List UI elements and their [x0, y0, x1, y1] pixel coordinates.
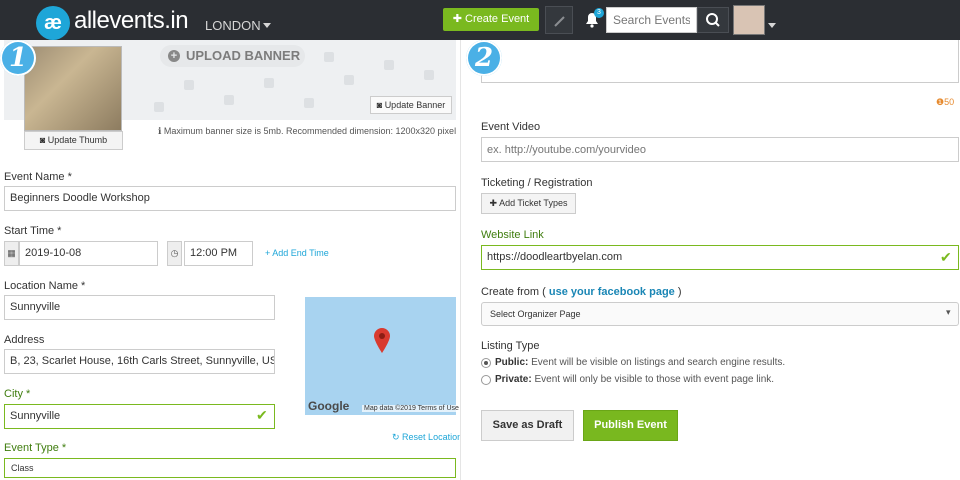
camera-icon: ◙ — [376, 100, 385, 110]
notification-count-badge: 3 — [594, 8, 604, 18]
chevron-down-icon — [262, 23, 271, 28]
banner-size-note: ℹ Maximum banner size is 5mb. Recommende… — [158, 126, 456, 137]
organizer-page-select[interactable]: Select Organizer Page — [481, 302, 959, 326]
pattern-icon — [154, 102, 164, 112]
website-link-label: Website Link — [481, 229, 544, 241]
description-textarea[interactable] — [481, 40, 959, 83]
location-name-input[interactable]: Sunnyville — [4, 295, 275, 320]
plus-circle-icon: + — [168, 50, 180, 62]
plus-icon: ✚ — [489, 198, 500, 208]
publish-event-button[interactable]: Publish Event — [583, 410, 678, 441]
event-video-label: Event Video — [481, 121, 541, 133]
calendar-icon: ▦ — [4, 241, 19, 266]
plus-icon: ✚ — [452, 13, 466, 25]
search-input[interactable] — [606, 7, 697, 33]
city-input[interactable]: Sunnyville — [4, 404, 275, 429]
logo-icon[interactable]: æ — [36, 6, 70, 40]
city-label: City * — [4, 388, 31, 400]
pattern-icon — [324, 52, 334, 62]
upload-banner-button[interactable]: UPLOAD BANNER — [160, 45, 305, 67]
info-icon: ❶ — [936, 97, 945, 107]
private-radio[interactable] — [481, 375, 491, 385]
char-count: ❶50 — [936, 97, 954, 108]
private-description: Event will only be visible to those with… — [534, 374, 775, 385]
pattern-icon — [224, 95, 234, 105]
update-banner-label: Update Banner — [384, 100, 446, 110]
avatar-menu-chevron-icon[interactable] — [766, 17, 776, 35]
update-banner-button[interactable]: ◙ Update Banner — [370, 96, 452, 114]
check-icon: ✔ — [256, 407, 268, 423]
chevron-down-icon: ▾ — [946, 307, 951, 317]
create-event-button[interactable]: ✚ Create Event — [443, 8, 539, 31]
start-date-input[interactable]: 2019-10-08 — [19, 241, 158, 266]
website-link-input[interactable]: https://doodleartbyelan.com — [481, 245, 959, 270]
char-count-value: 50 — [944, 97, 955, 107]
pattern-icon — [264, 78, 274, 88]
city-label: LONDON — [205, 18, 261, 33]
private-option[interactable]: Private: Event will only be visible to t… — [495, 374, 774, 385]
pattern-icon — [384, 60, 394, 70]
step-one-badge: 1 — [0, 40, 36, 76]
private-title: Private: — [495, 374, 532, 385]
ticketing-label: Ticketing / Registration — [481, 177, 593, 189]
add-ticket-types-button[interactable]: ✚ Add Ticket Types — [481, 193, 576, 214]
check-icon: ✔ — [940, 249, 952, 265]
event-type-label: Event Type * — [4, 442, 67, 454]
create-from-label: Create from — [481, 286, 540, 298]
create-from-row: Create from ( use your facebook page ) — [481, 286, 682, 298]
update-thumb-label: Update Thumb — [47, 135, 108, 145]
save-as-draft-button[interactable]: Save as Draft — [481, 410, 574, 441]
reset-location-link[interactable]: ↻ Reset Location — [392, 432, 462, 443]
event-thumbnail — [24, 46, 122, 131]
search-button[interactable] — [697, 7, 729, 33]
step-two-badge: 2 — [466, 40, 502, 76]
map-pin-icon — [374, 328, 390, 353]
create-event-label: Create Event — [465, 13, 530, 25]
public-title: Public: — [495, 357, 529, 368]
logo-text[interactable]: allevents.in — [74, 7, 189, 35]
city-selector[interactable]: LONDON — [205, 18, 271, 33]
banner-note-text: Maximum banner size is 5mb. Recommended … — [163, 126, 457, 136]
event-name-label: Event Name * — [4, 171, 72, 183]
magic-wand-button[interactable] — [545, 6, 573, 34]
public-radio[interactable] — [481, 358, 491, 368]
event-type-select[interactable]: Class — [4, 458, 456, 478]
public-description: Event will be visible on listings and se… — [531, 357, 786, 368]
pattern-icon — [184, 80, 194, 90]
start-time-input[interactable]: 12:00 PM — [184, 241, 253, 266]
camera-icon: ◙ — [39, 135, 48, 145]
pattern-icon — [344, 75, 354, 85]
facebook-page-link[interactable]: use your facebook page — [549, 286, 675, 298]
address-input[interactable]: B, 23, Scarlet House, 16th Carls Street,… — [4, 349, 275, 374]
update-thumb-button[interactable]: ◙ Update Thumb — [24, 131, 123, 150]
reset-location-label: Reset Location — [402, 432, 463, 442]
public-option[interactable]: Public: Event will be visible on listing… — [495, 357, 785, 368]
start-time-label: Start Time * — [4, 225, 62, 237]
google-logo: Google — [308, 399, 350, 413]
pattern-icon — [424, 70, 434, 80]
event-name-input[interactable]: Beginners Doodle Workshop — [4, 186, 456, 211]
listing-type-label: Listing Type — [481, 340, 540, 352]
event-video-input[interactable] — [481, 137, 959, 162]
add-end-time-link[interactable]: + Add End Time — [265, 248, 329, 258]
magic-wand-icon — [554, 16, 565, 27]
map-attribution[interactable]: Map data ©2019 Terms of Use — [362, 405, 461, 412]
pattern-icon — [304, 98, 314, 108]
search-icon — [706, 13, 720, 27]
clock-icon: ◷ — [167, 241, 182, 266]
chevron-down-icon — [768, 23, 776, 28]
location-map[interactable] — [305, 297, 456, 415]
refresh-icon: ↻ — [392, 432, 403, 442]
location-name-label: Location Name * — [4, 280, 86, 292]
address-label: Address — [4, 334, 45, 346]
user-avatar[interactable] — [733, 5, 765, 35]
add-ticket-types-label: Add Ticket Types — [499, 198, 568, 208]
